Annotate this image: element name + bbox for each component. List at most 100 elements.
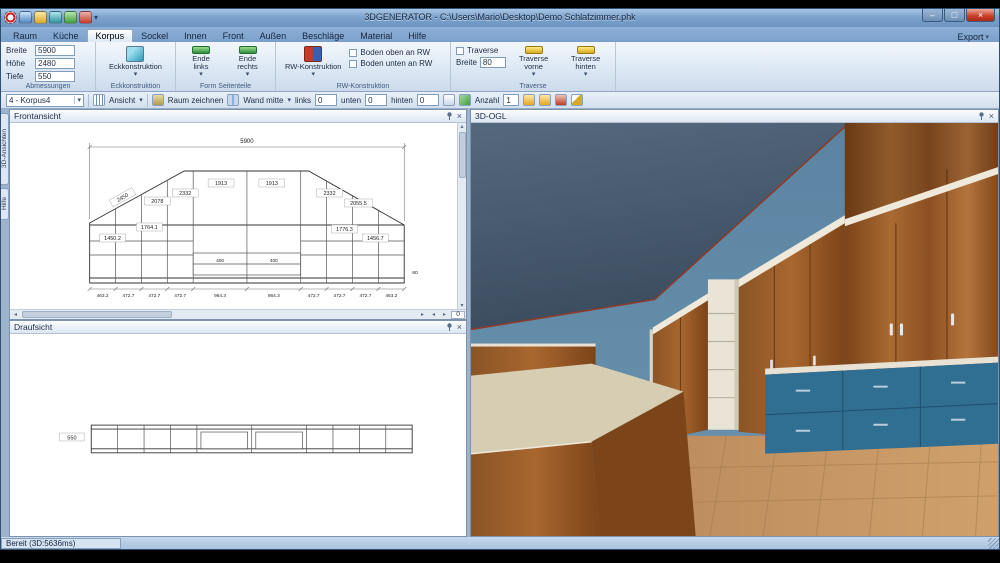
dim-drawer-1: 400: [216, 258, 224, 264]
group-title: RW-Konstruktion: [276, 83, 450, 90]
scroll-right-icon[interactable]: ▸: [418, 311, 427, 318]
anzahl-field[interactable]: 1: [503, 94, 519, 106]
dim-drawer-2: 400: [270, 258, 278, 264]
eckkonstruktion-button[interactable]: Eckkonstruktion ▾: [105, 44, 166, 81]
new-icon[interactable]: [19, 11, 32, 24]
quick-access-dropdown-icon[interactable]: ▾: [94, 13, 98, 22]
scroll-left-icon[interactable]: ◂: [11, 311, 20, 318]
resize-grip[interactable]: [988, 538, 999, 549]
window-controls: – □ ×: [921, 9, 995, 22]
hinten-field[interactable]: 0: [417, 94, 439, 106]
wand-mitte-label[interactable]: Wand mitte: [243, 96, 283, 105]
traverse-vorne-button[interactable]: Traverse vorne ▾: [510, 44, 557, 81]
paint-icon[interactable]: [555, 94, 567, 106]
dropdown-icon: ▾: [288, 96, 292, 104]
close-panel-icon[interactable]: ×: [457, 322, 462, 332]
group-traverse: Traverse Breite 80 Traverse vorne ▾ Trav…: [451, 42, 616, 91]
svg-text:463.2: 463.2: [385, 293, 397, 299]
folder-icon[interactable]: [523, 94, 535, 106]
table-icon[interactable]: [443, 94, 455, 106]
unten-field[interactable]: 0: [365, 94, 387, 106]
close-panel-icon[interactable]: ×: [457, 111, 462, 121]
tab-kueche[interactable]: Küche: [45, 30, 87, 42]
top-view-canvas[interactable]: 550: [10, 334, 466, 536]
boden-unten-checkbox[interactable]: [349, 60, 357, 68]
traverse-breite-field[interactable]: 80: [480, 57, 506, 68]
traverse-checkbox[interactable]: [456, 47, 464, 55]
traverse-vorne-icon: [525, 46, 543, 54]
separator: [88, 94, 89, 107]
tab-material[interactable]: Material: [352, 30, 400, 42]
ogl-titlebar: 3D-OGL ×: [471, 110, 998, 123]
save-icon[interactable]: [49, 11, 62, 24]
breite-field[interactable]: 5900: [35, 45, 75, 56]
tab-sockel[interactable]: Sockel: [133, 30, 176, 42]
links-label: links: [295, 96, 311, 105]
dim-total: 5900: [240, 139, 254, 145]
open-icon[interactable]: [34, 11, 47, 24]
export-button[interactable]: Export▾: [957, 32, 995, 42]
sidebar-tab-hilfe[interactable]: Hilfe: [1, 188, 9, 220]
sidebar-tab-3d-ansichten[interactable]: 3D-Ansichten: [1, 113, 9, 185]
ogl-3d-viewport[interactable]: [471, 123, 998, 536]
raum-zeichnen-icon[interactable]: [152, 94, 164, 106]
tab-raum[interactable]: Raum: [5, 30, 45, 42]
close-button[interactable]: ×: [966, 9, 995, 22]
front-view-canvas[interactable]: 5900 2450 2078 2332 1913: [10, 123, 457, 309]
tab-innen[interactable]: Innen: [176, 30, 215, 42]
tab-beschlaege[interactable]: Beschläge: [294, 30, 352, 42]
scroll-down-icon[interactable]: ▾: [458, 302, 467, 309]
tab-front[interactable]: Front: [215, 30, 252, 42]
svg-text:2332: 2332: [179, 191, 191, 197]
scroll-right-end-icon[interactable]: ▸: [440, 311, 449, 318]
library-icon[interactable]: [539, 94, 551, 106]
korpus-select[interactable]: 4 - Korpus4▾: [6, 94, 84, 107]
svg-text:964.3: 964.3: [268, 293, 280, 299]
group-eckkonstruktion: Eckkonstruktion ▾ Eckkonstruktion: [96, 42, 176, 91]
tiefe-field[interactable]: 550: [35, 71, 75, 82]
vscroll-thumb[interactable]: [459, 132, 466, 178]
pin-icon[interactable]: [446, 112, 453, 120]
scroll-up-icon[interactable]: ▴: [458, 123, 467, 130]
anzahl-label: Anzahl: [475, 96, 499, 105]
group-abmessungen: Breite 5900 Höhe 2480 Tiefe 550 Abmessun…: [1, 42, 96, 91]
svg-text:1776.3: 1776.3: [336, 227, 353, 233]
minimize-button[interactable]: –: [922, 9, 943, 22]
svg-text:2332: 2332: [323, 191, 335, 197]
side-tab-strip: 3D-Ansichten Hilfe: [1, 109, 9, 537]
hoehe-field[interactable]: 2480: [35, 58, 75, 69]
dim-bottom-row: 463.2 472.7 472.7 472.7 964.3 964.3 472.…: [97, 293, 398, 299]
tab-aussen[interactable]: Außen: [252, 30, 295, 42]
traverse-hinten-button[interactable]: Traverse hinten ▾: [561, 44, 610, 81]
dim-right: 80: [412, 270, 418, 276]
dropdown-icon: ▾: [199, 71, 203, 79]
ansicht-label[interactable]: Ansicht: [109, 96, 135, 105]
front-view-vscrollbar: ▴ ▾: [457, 123, 466, 309]
ende-rechts-button[interactable]: Ende rechts ▾: [225, 44, 270, 81]
ogl-title: 3D-OGL: [475, 111, 507, 121]
tab-korpus[interactable]: Korpus: [87, 29, 134, 42]
rw-konstruktion-button[interactable]: RW-Konstruktion ▾: [281, 44, 345, 81]
boden-oben-checkbox[interactable]: [349, 49, 357, 57]
scroll-left-end-icon[interactable]: ◂: [429, 311, 438, 318]
ansicht-icon[interactable]: [93, 94, 105, 106]
dim-upper: 2078 2332 1913 1913 2332 2055.5: [144, 179, 372, 207]
pin-icon[interactable]: [446, 323, 453, 331]
hscroll-thumb[interactable]: [22, 311, 172, 318]
group-rw-konstruktion: RW-Konstruktion ▾ Boden oben an RW Boden…: [276, 42, 451, 91]
boden-unten-label: Boden unten an RW: [360, 59, 432, 68]
breite-label: Breite: [6, 46, 32, 55]
app-logo[interactable]: [4, 11, 17, 24]
pin-icon[interactable]: [978, 112, 985, 120]
settings-icon[interactable]: [64, 11, 77, 24]
raum-zeichnen-label[interactable]: Raum zeichnen: [168, 96, 224, 105]
wand-mitte-icon[interactable]: [227, 94, 239, 106]
links-field[interactable]: 0: [315, 94, 337, 106]
material-icon[interactable]: [79, 11, 92, 24]
maximize-button[interactable]: □: [944, 9, 965, 22]
tab-hilfe[interactable]: Hilfe: [400, 30, 434, 42]
close-panel-icon[interactable]: ×: [989, 111, 994, 121]
refresh-icon[interactable]: [459, 94, 471, 106]
ende-links-button[interactable]: Ende links ▾: [181, 44, 221, 81]
pencil-icon[interactable]: [571, 94, 583, 106]
